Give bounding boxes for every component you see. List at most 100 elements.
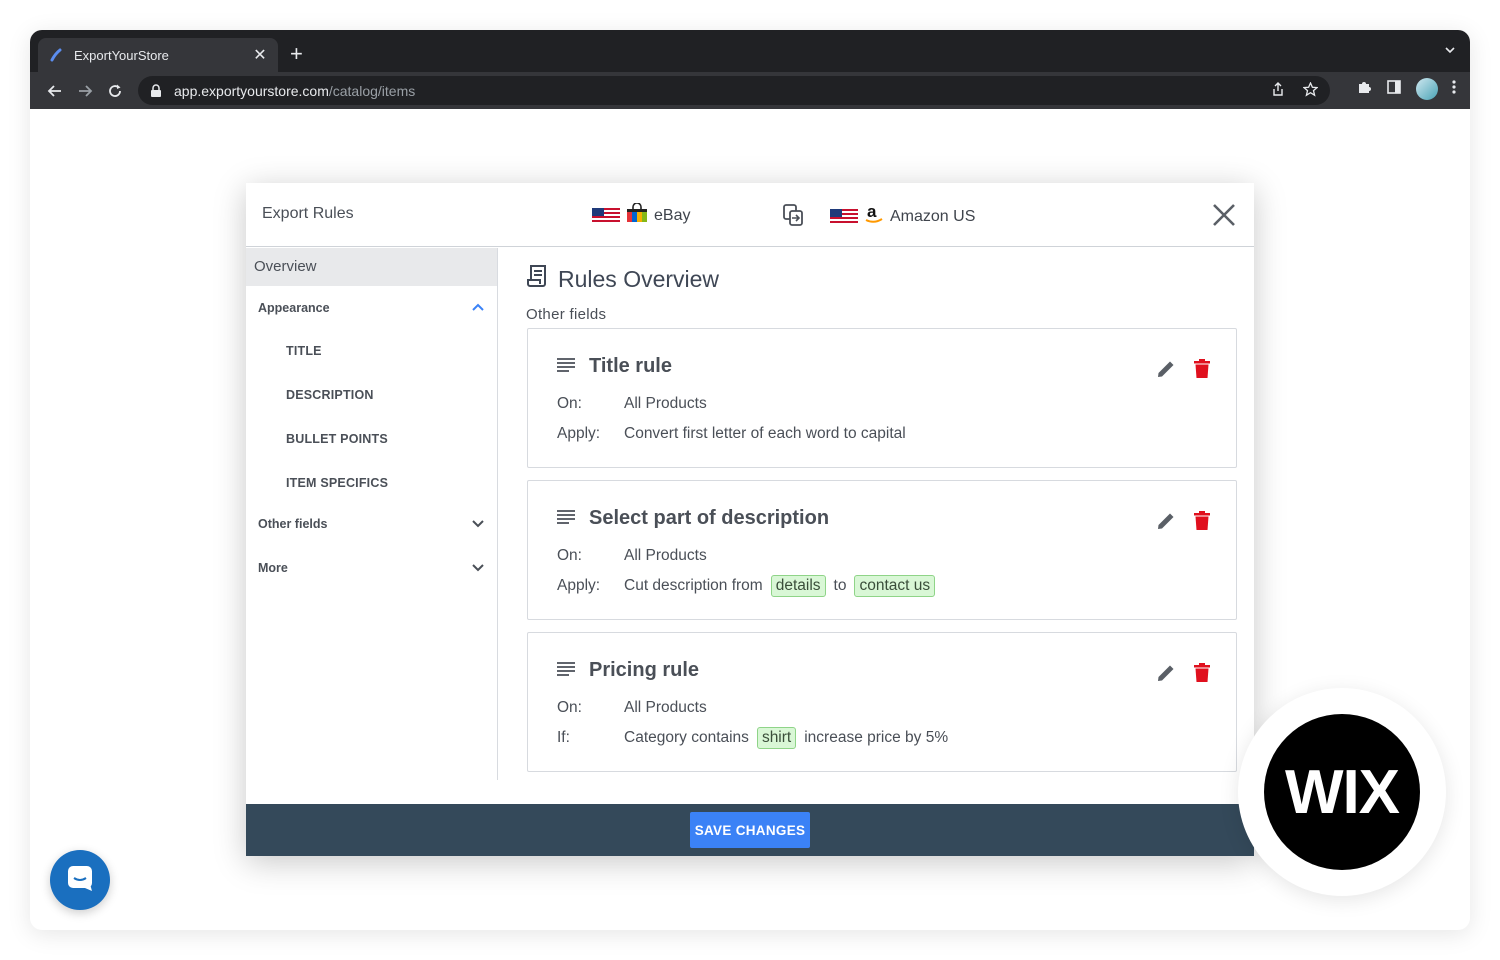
chat-icon: [65, 863, 95, 898]
lines-icon: [557, 507, 575, 530]
tab-strip: ExportYourStore ✕ +: [30, 30, 1470, 72]
sidebar-section-label: More: [258, 561, 288, 575]
rule-actions: [1156, 663, 1210, 688]
rule-apply-row: Apply: Convert first letter of each word…: [557, 425, 906, 443]
tab-search-chevron-icon[interactable]: [1444, 44, 1456, 59]
chevron-down-icon: [471, 516, 485, 530]
sidebar-item-item-specifics[interactable]: ITEM SPECIFICS: [246, 462, 497, 502]
rule-header: Pricing rule: [557, 659, 699, 682]
rules-content: Rules Overview Other fields Title rule O…: [498, 248, 1254, 780]
sidebar-item-description[interactable]: DESCRIPTION: [246, 374, 497, 418]
rule-header: Select part of description: [557, 507, 829, 530]
rule-on-row: On: All Products: [557, 699, 707, 717]
sidebar-section-more[interactable]: More: [246, 546, 497, 590]
rule-if-row: If: Category contains shirt increase pri…: [557, 727, 948, 749]
rule-actions: [1156, 511, 1210, 536]
sidebar-item-title[interactable]: TITLE: [246, 330, 497, 374]
tab-title: ExportYourStore: [74, 47, 169, 63]
keyword-chip: contact us: [854, 575, 936, 597]
rule-apply-text: Convert first letter of each word to cap…: [624, 425, 906, 442]
page-title-text: Rules Overview: [558, 265, 720, 292]
swap-channels-icon[interactable]: [782, 203, 804, 227]
rule-name: Title rule: [589, 355, 672, 377]
rule-apply-row: Apply: Cut description from details to c…: [557, 575, 943, 597]
sidebar-item-bullet-points[interactable]: BULLET POINTS: [246, 418, 497, 462]
svg-text:a: a: [867, 203, 877, 221]
rule-card-description: Select part of description On: All Produ…: [527, 480, 1237, 620]
rule-header: Title rule: [557, 355, 672, 378]
modal-header: Export Rules eBay a Amazon US: [246, 183, 1254, 247]
rule-card-pricing: Pricing rule On: All Products If: Catego…: [527, 632, 1237, 772]
source-channel-name: eBay: [654, 206, 691, 224]
rule-on-value: All Products: [624, 395, 707, 412]
edit-pencil-icon[interactable]: [1156, 511, 1176, 536]
rule-name: Select part of description: [589, 507, 830, 529]
sidebar-section-appearance[interactable]: Appearance: [246, 286, 497, 330]
us-flag-icon: [592, 207, 620, 224]
us-flag-icon: [830, 208, 858, 225]
forward-arrow-icon[interactable]: [70, 76, 100, 106]
address-bar[interactable]: app.exportyourstore.com /catalog/items: [138, 76, 1330, 105]
rule-actions: [1156, 359, 1210, 384]
modal-title: Export Rules: [262, 205, 354, 222]
close-modal-icon[interactable]: [1210, 201, 1238, 229]
tab-close-icon[interactable]: ✕: [252, 45, 268, 65]
back-arrow-icon[interactable]: [40, 76, 70, 106]
browser-menu-icon[interactable]: [1452, 79, 1456, 100]
rule-on-key: On:: [557, 547, 582, 564]
sidebar-item-overview[interactable]: Overview: [246, 248, 497, 286]
page-title: Rules Overview: [526, 264, 719, 294]
rule-on-row: On: All Products: [557, 547, 707, 565]
reload-icon[interactable]: [100, 76, 130, 106]
target-channel-name: Amazon US: [890, 207, 976, 225]
amazon-logo-icon: a: [864, 202, 884, 230]
rule-on-row: On: All Products: [557, 395, 707, 413]
save-changes-button[interactable]: SAVE CHANGES: [690, 812, 810, 848]
source-channel: eBay: [592, 202, 691, 228]
bookmark-star-icon[interactable]: [1302, 80, 1319, 100]
sidebar-section-other-fields[interactable]: Other fields: [246, 502, 497, 546]
edit-pencil-icon[interactable]: [1156, 663, 1176, 688]
rule-on-key: On:: [557, 699, 582, 716]
rules-sidebar: Overview Appearance TITLE DESCRIPTION BU…: [246, 248, 498, 780]
export-rules-modal: Export Rules eBay a Amazon US Overview A…: [246, 183, 1254, 856]
chevron-down-icon: [471, 560, 485, 574]
section-label: Other fields: [526, 306, 607, 323]
lock-icon: [150, 83, 164, 98]
rule-on-key: On:: [557, 395, 582, 412]
delete-trash-icon[interactable]: [1194, 511, 1210, 536]
target-channel: a Amazon US: [830, 202, 976, 230]
extensions-puzzle-icon[interactable]: [1356, 79, 1372, 100]
url-path: /catalog/items: [328, 82, 416, 99]
rule-if-suffix: increase price by 5%: [804, 729, 949, 746]
keyword-chip: details: [770, 575, 826, 597]
chat-launcher-button[interactable]: [50, 850, 110, 910]
side-panel-icon[interactable]: [1386, 79, 1402, 100]
sidebar-section-label: Appearance: [258, 301, 330, 315]
rule-if-key: If:: [557, 729, 570, 746]
rule-card-title: Title rule On: All Products Apply: Conve…: [527, 328, 1237, 468]
wix-logo: WIX: [1264, 714, 1420, 870]
browser-toolbar: app.exportyourstore.com /catalog/items: [30, 72, 1470, 109]
keyword-chip: shirt: [756, 727, 797, 749]
modal-footer: SAVE CHANGES: [246, 804, 1254, 856]
rule-on-value: All Products: [624, 547, 707, 564]
delete-trash-icon[interactable]: [1194, 663, 1210, 688]
url-host: app.exportyourstore.com: [174, 82, 329, 99]
share-icon[interactable]: [1271, 81, 1285, 100]
edit-pencil-icon[interactable]: [1156, 359, 1176, 384]
new-tab-icon[interactable]: +: [290, 42, 303, 66]
chevron-up-icon: [471, 300, 485, 314]
rule-if-prefix: Category contains: [624, 729, 749, 746]
rule-name: Pricing rule: [589, 659, 700, 681]
profile-avatar[interactable]: [1416, 78, 1438, 100]
rule-apply-prefix: Cut description from: [624, 577, 763, 594]
wix-badge: WIX: [1238, 688, 1446, 896]
rule-on-value: All Products: [624, 699, 707, 716]
browser-tab[interactable]: ExportYourStore ✕: [38, 38, 278, 72]
ebay-bag-icon: [626, 202, 648, 228]
app-favicon-icon: [48, 47, 64, 63]
rule-apply-key: Apply:: [557, 425, 601, 442]
delete-trash-icon[interactable]: [1194, 359, 1210, 384]
receipt-icon: [526, 264, 548, 294]
